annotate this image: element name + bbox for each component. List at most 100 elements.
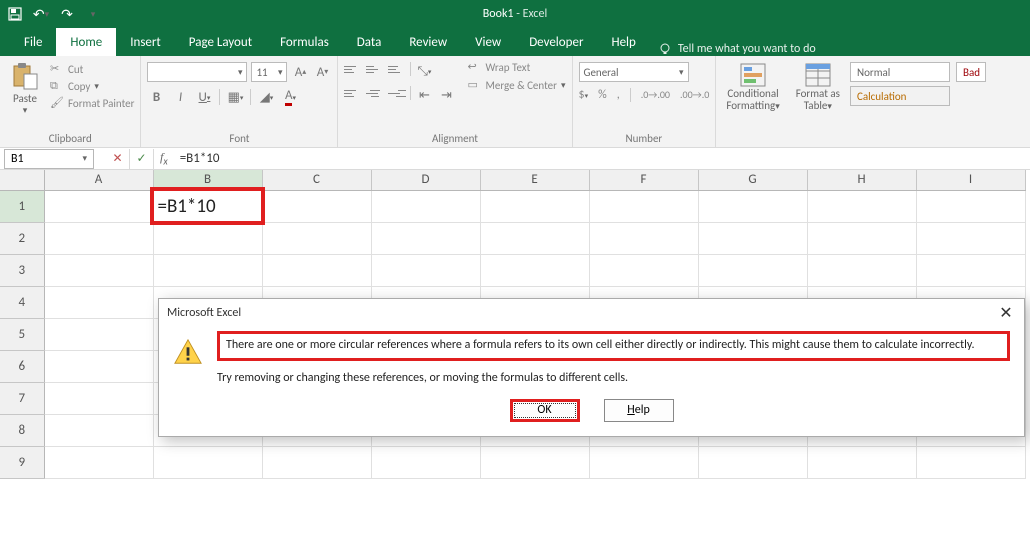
col-header-D[interactable]: D: [371, 170, 480, 190]
cell[interactable]: [698, 222, 807, 254]
cell[interactable]: [262, 222, 371, 254]
tab-view[interactable]: View: [461, 28, 515, 56]
cell[interactable]: [44, 414, 153, 446]
format-as-table-button[interactable]: Format asTable▾: [792, 60, 844, 147]
cell[interactable]: [153, 446, 262, 478]
copy-button[interactable]: ⧉Copy ▾: [50, 79, 134, 93]
increase-indent-button[interactable]: ⇥: [437, 86, 455, 104]
row-header-8[interactable]: 8: [0, 414, 44, 446]
help-button[interactable]: Help: [604, 399, 674, 422]
tell-me-search[interactable]: Tell me what you want to do: [658, 42, 816, 56]
cell[interactable]: [44, 446, 153, 478]
tab-review[interactable]: Review: [395, 28, 461, 56]
col-header-A[interactable]: A: [44, 170, 153, 190]
enter-formula-button[interactable]: ✓: [130, 149, 154, 169]
style-normal[interactable]: Normal: [850, 62, 950, 82]
cell-H1[interactable]: [807, 190, 916, 222]
cell[interactable]: [916, 446, 1025, 478]
italic-button[interactable]: I: [171, 88, 189, 106]
undo-icon[interactable]: ↶▾: [32, 5, 50, 23]
conditional-formatting-button[interactable]: ConditionalFormatting▾: [722, 60, 783, 147]
bold-button[interactable]: B: [147, 88, 165, 106]
row-header-2[interactable]: 2: [0, 222, 44, 254]
align-top-button[interactable]: [344, 62, 362, 76]
tab-data[interactable]: Data: [343, 28, 396, 56]
row-header-7[interactable]: 7: [0, 382, 44, 414]
row-header-4[interactable]: 4: [0, 286, 44, 318]
increase-decimal-button[interactable]: .0→.00: [641, 88, 670, 102]
tab-page-layout[interactable]: Page Layout: [175, 28, 266, 56]
row-header-5[interactable]: 5: [0, 318, 44, 350]
row-header-3[interactable]: 3: [0, 254, 44, 286]
cell[interactable]: [916, 254, 1025, 286]
cell-F1[interactable]: [589, 190, 698, 222]
cell-C1[interactable]: [262, 190, 371, 222]
number-format-select[interactable]: General▾: [579, 62, 689, 82]
cell[interactable]: [44, 222, 153, 254]
comma-format-button[interactable]: ,: [617, 88, 620, 102]
cell[interactable]: [371, 254, 480, 286]
cell[interactable]: [44, 318, 153, 350]
cell-A1[interactable]: [44, 190, 153, 222]
tab-home[interactable]: Home: [56, 28, 116, 56]
cell[interactable]: [589, 446, 698, 478]
row-header-1[interactable]: 1: [0, 190, 44, 222]
cell[interactable]: [262, 446, 371, 478]
cell[interactable]: [44, 382, 153, 414]
col-header-G[interactable]: G: [698, 170, 807, 190]
align-center-button[interactable]: [366, 86, 384, 100]
col-header-H[interactable]: H: [807, 170, 916, 190]
cut-button[interactable]: ✂Cut: [50, 62, 134, 76]
tab-formulas[interactable]: Formulas: [266, 28, 343, 56]
formula-input[interactable]: =B1*10: [174, 151, 1030, 166]
cell[interactable]: [480, 222, 589, 254]
cell[interactable]: [44, 350, 153, 382]
col-header-B[interactable]: B: [153, 170, 262, 190]
cell[interactable]: [589, 254, 698, 286]
cell[interactable]: [807, 446, 916, 478]
dialog-close-button[interactable]: ✕: [996, 303, 1016, 323]
accounting-format-button[interactable]: $▾: [579, 88, 589, 102]
tab-file[interactable]: File: [10, 28, 56, 56]
cell[interactable]: [153, 222, 262, 254]
save-icon[interactable]: [6, 5, 24, 23]
align-bottom-button[interactable]: [388, 62, 406, 76]
row-header-6[interactable]: 6: [0, 350, 44, 382]
select-all-corner[interactable]: [0, 170, 44, 190]
fx-icon[interactable]: fx: [154, 150, 174, 167]
fill-color-button[interactable]: ◢▾: [257, 88, 275, 106]
orientation-button[interactable]: ⤡▾: [415, 62, 433, 80]
wrap-text-button[interactable]: ↩Wrap Text: [467, 60, 565, 74]
grow-font-button[interactable]: A▴: [291, 63, 309, 81]
col-header-E[interactable]: E: [480, 170, 589, 190]
font-size-select[interactable]: 11▾: [251, 62, 287, 82]
cell[interactable]: [371, 222, 480, 254]
ok-button[interactable]: OK: [510, 399, 580, 422]
cell-D1[interactable]: [371, 190, 480, 222]
cell-B1[interactable]: =B1*10: [153, 190, 262, 222]
name-box[interactable]: B1▾: [4, 149, 94, 169]
cell[interactable]: [589, 222, 698, 254]
tab-developer[interactable]: Developer: [515, 28, 597, 56]
underline-button[interactable]: U▾: [195, 88, 213, 106]
row-header-9[interactable]: 9: [0, 446, 44, 478]
cell[interactable]: [807, 222, 916, 254]
align-left-button[interactable]: [344, 86, 362, 100]
cell[interactable]: [698, 446, 807, 478]
cell-I1[interactable]: [916, 190, 1025, 222]
col-header-C[interactable]: C: [262, 170, 371, 190]
align-middle-button[interactable]: [366, 62, 384, 76]
cell[interactable]: [44, 254, 153, 286]
shrink-font-button[interactable]: A▾: [313, 63, 331, 81]
dialog-titlebar[interactable]: Microsoft Excel ✕: [159, 299, 1024, 327]
redo-icon[interactable]: ↷: [58, 5, 76, 23]
cell-G1[interactable]: [698, 190, 807, 222]
col-header-I[interactable]: I: [916, 170, 1025, 190]
cell[interactable]: [262, 254, 371, 286]
cell[interactable]: [807, 254, 916, 286]
format-painter-button[interactable]: 🖌Format Painter: [50, 96, 134, 110]
merge-center-button[interactable]: ▭Merge & Center ▾: [467, 78, 565, 92]
decrease-indent-button[interactable]: ⇤: [415, 86, 433, 104]
tab-help[interactable]: Help: [597, 28, 649, 56]
cell[interactable]: [916, 222, 1025, 254]
